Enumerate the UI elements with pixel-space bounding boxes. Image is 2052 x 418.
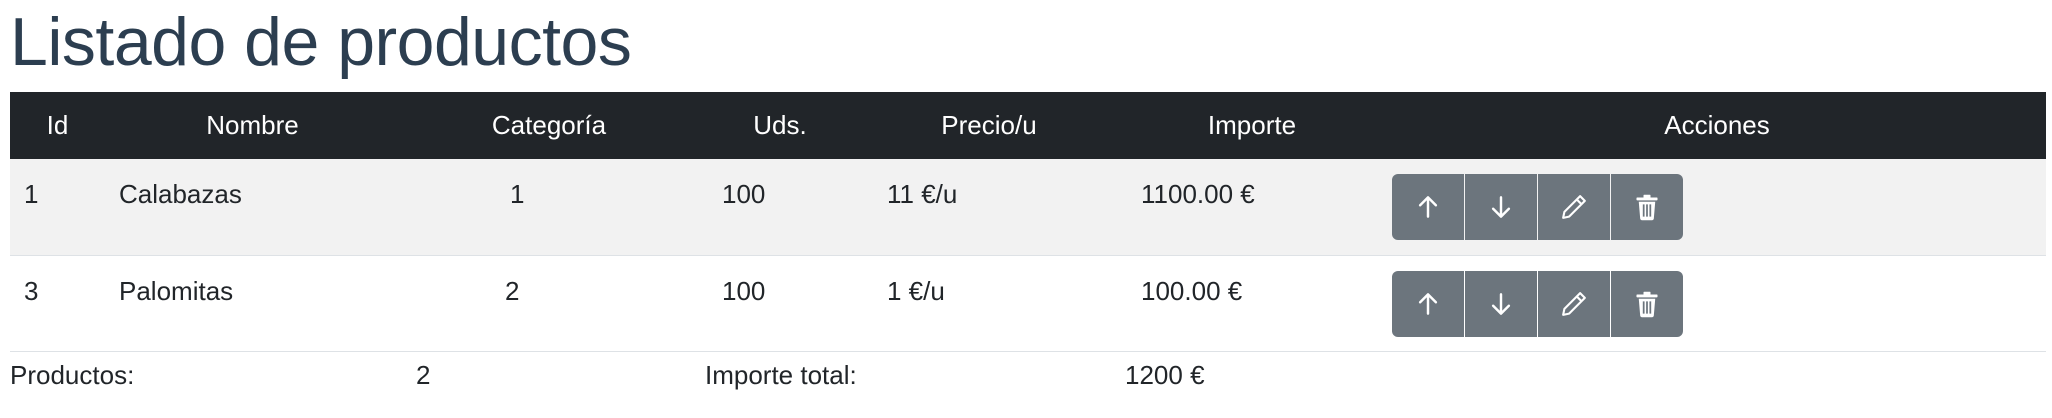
edit-button[interactable] <box>1538 174 1610 240</box>
cell-importe-value: 100.00 € <box>1141 275 1243 306</box>
cell-categoria: 2 <box>400 255 698 351</box>
table-header-row: Id Nombre Categoría Uds. Precio/u Import… <box>10 92 2046 159</box>
cell-nombre: Calabazas <box>119 179 242 209</box>
cell-uds-value: 100 <box>722 275 766 306</box>
cell-precio: 11 €/u <box>862 159 1116 255</box>
trash-icon <box>1636 291 1658 317</box>
total-amount-label: Importe total: <box>705 360 857 390</box>
cell-precio-value: 1 €/u <box>887 275 945 306</box>
cell-importe: 100.00 € <box>1116 255 1388 351</box>
cell-categoria: 1 <box>400 159 698 255</box>
cell-precio: 1 €/u <box>862 255 1116 351</box>
delete-button[interactable] <box>1611 174 1683 240</box>
cell-importe-value: 1100.00 € <box>1141 179 1255 209</box>
products-table: Id Nombre Categoría Uds. Precio/u Import… <box>10 92 2046 352</box>
table-row: 3 Palomitas 2 100 1 €/u 100.00 € <box>10 255 2046 351</box>
cell-acciones <box>1388 159 2046 255</box>
table-footer: Productos: 2 Importe total: 1200 € <box>10 360 2046 400</box>
move-down-button[interactable] <box>1465 270 1537 337</box>
cell-precio-value: 11 €/u <box>887 179 958 209</box>
move-up-button[interactable] <box>1392 174 1464 240</box>
arrow-down-icon <box>1491 292 1511 315</box>
total-amount-value: 1200 € <box>1125 360 1205 390</box>
cell-uds: 100 <box>698 255 862 351</box>
cell-categoria-value: 1 <box>510 179 525 209</box>
move-down-button[interactable] <box>1465 174 1537 240</box>
row-actions <box>1392 174 1683 240</box>
cell-acciones <box>1388 255 2046 351</box>
pencil-icon <box>1562 291 1586 316</box>
cell-importe: 1100.00 € <box>1116 159 1388 255</box>
cell-categoria-value: 2 <box>505 275 520 306</box>
page-title: Listado de productos <box>10 4 632 80</box>
column-header-acciones: Acciones <box>1664 110 1770 140</box>
column-header-uds: Uds. <box>753 110 807 140</box>
column-header-precio: Precio/u <box>941 110 1037 140</box>
cell-id: 3 <box>24 275 39 306</box>
trash-icon <box>1636 194 1658 221</box>
cell-uds-value: 100 <box>722 179 766 209</box>
cell-id: 1 <box>24 179 39 209</box>
table-row: 1 Calabazas 1 100 11 €/u 1100.00 € <box>10 159 2046 255</box>
cell-nombre: Palomitas <box>119 275 234 306</box>
pencil-icon <box>1562 195 1586 219</box>
delete-button[interactable] <box>1611 270 1683 337</box>
edit-button[interactable] <box>1538 270 1610 337</box>
move-up-button[interactable] <box>1392 270 1464 337</box>
arrow-up-icon <box>1418 196 1438 218</box>
row-actions <box>1392 270 1683 337</box>
column-header-id: Id <box>46 110 69 140</box>
products-count-value: 2 <box>416 360 431 390</box>
products-count-label: Productos: <box>10 360 135 390</box>
arrow-up-icon <box>1418 292 1438 315</box>
cell-uds: 100 <box>698 159 862 255</box>
arrow-down-icon <box>1491 196 1511 218</box>
column-header-nombre: Nombre <box>206 110 299 140</box>
column-header-importe: Importe <box>1207 110 1297 140</box>
column-header-categoria: Categoría <box>491 110 607 140</box>
